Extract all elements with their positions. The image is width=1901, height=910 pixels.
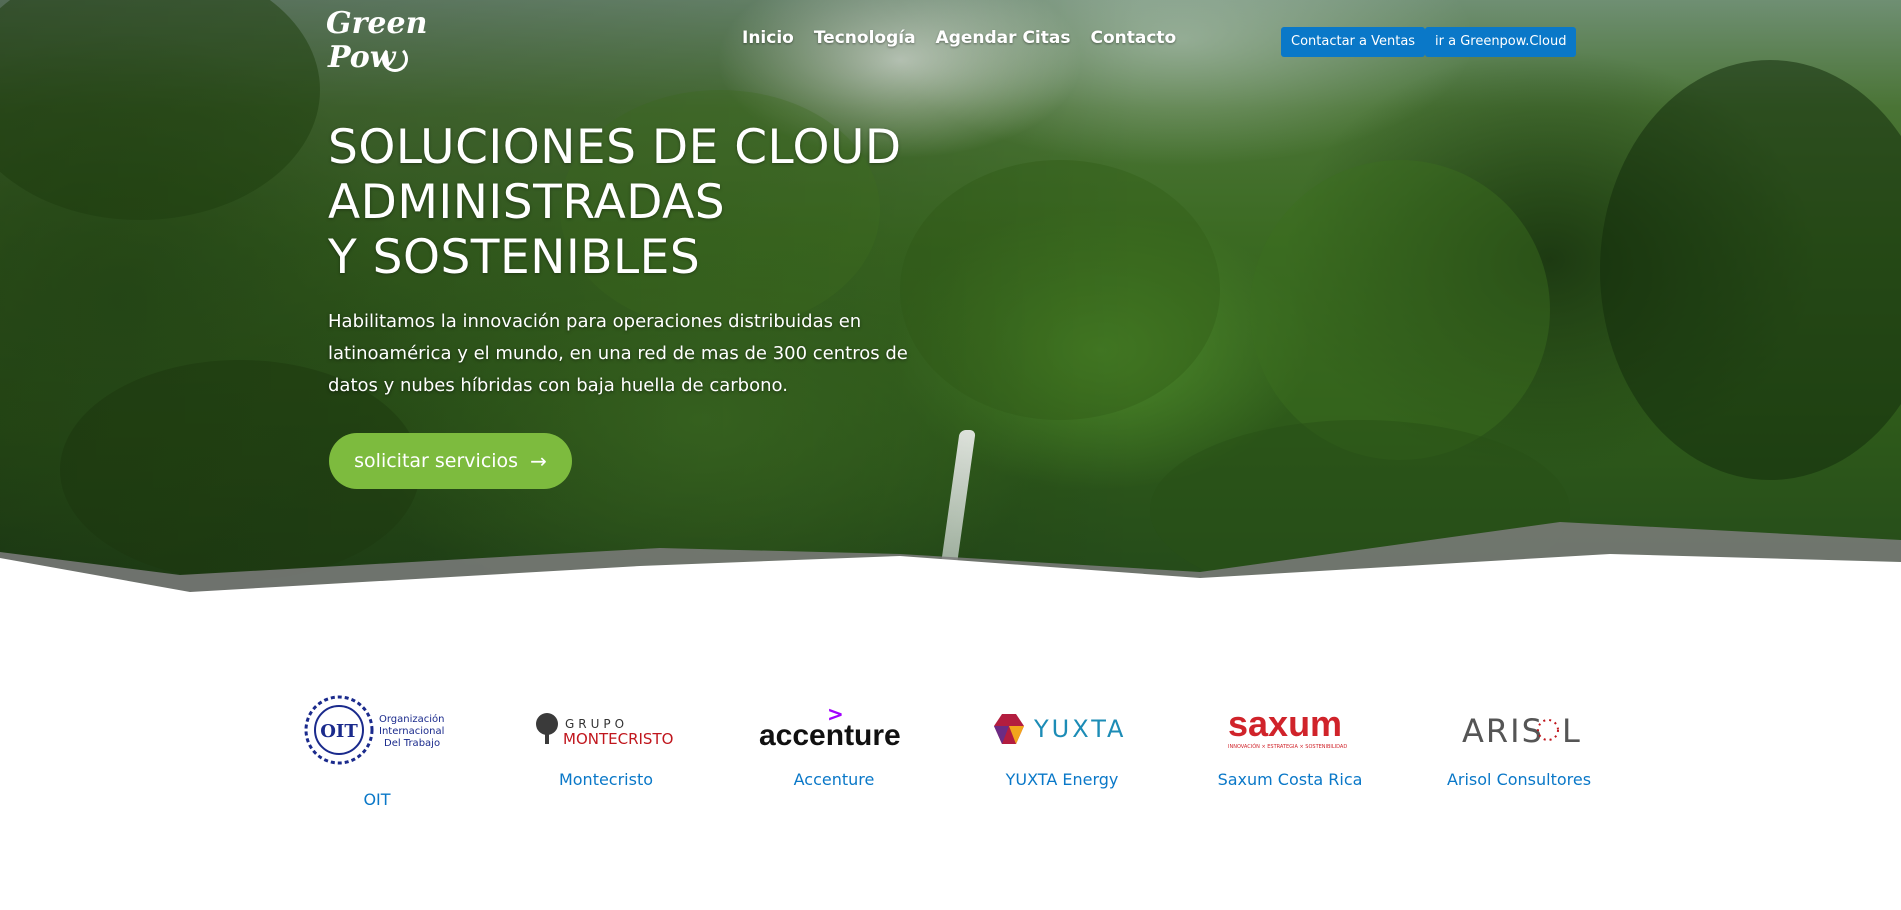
- go-to-cloud-button[interactable]: ir a Greenpow.Cloud: [1425, 27, 1577, 57]
- hero-title-line-2: ADMINISTRADAS: [328, 175, 726, 230]
- oit-logo: OIT Organización Internacional Del Traba…: [282, 690, 472, 770]
- nav-item-contacto[interactable]: Contacto: [1090, 28, 1176, 48]
- montecristo-logo-line1: GRUPO: [565, 717, 628, 731]
- saxum-logo: saxum INNOVACIÓN × ESTRATEGIA × SOSTENIB…: [1195, 690, 1385, 770]
- greenpow-logo[interactable]: Green Pow: [326, 8, 427, 80]
- nav-item-agendar-citas[interactable]: Agendar Citas: [936, 28, 1071, 48]
- client-name[interactable]: Arisol Consultores: [1424, 770, 1614, 789]
- arisol-logo: ARIS L: [1424, 690, 1614, 770]
- client-accenture[interactable]: > accenture Accenture: [739, 690, 929, 789]
- hero-title-line-3: Y SOSTENIBLES: [328, 230, 701, 285]
- client-name[interactable]: Saxum Costa Rica: [1195, 770, 1385, 789]
- cta-label: solicitar servicios: [354, 450, 519, 472]
- logo-line1: Green: [326, 6, 428, 41]
- clients-section: OIT Organización Internacional Del Traba…: [0, 690, 1901, 850]
- accenture-logo-text: accenture: [759, 719, 901, 752]
- client-yuxta[interactable]: YUXTA YUXTA Energy: [967, 690, 1157, 789]
- oit-logo-acronym: OIT: [320, 721, 358, 742]
- yuxta-logo-text: YUXTA: [1033, 715, 1126, 743]
- client-name[interactable]: OIT: [282, 790, 472, 809]
- nav-item-inicio[interactable]: Inicio: [742, 28, 794, 48]
- oit-logo-line3: Del Trabajo: [384, 738, 440, 749]
- hero-title-line-1: SOLUCIONES DE CLOUD: [328, 120, 902, 175]
- montecristo-logo: GRUPO MONTECRISTO: [511, 690, 701, 770]
- client-montecristo[interactable]: GRUPO MONTECRISTO Montecristo: [511, 690, 701, 789]
- main-nav: Inicio Tecnología Agendar Citas Contacto: [742, 28, 1176, 48]
- hero-description: Habilitamos la innovación para operacion…: [328, 311, 908, 396]
- arisol-logo-text-end: L: [1562, 712, 1580, 750]
- client-name[interactable]: YUXTA Energy: [967, 770, 1157, 789]
- arisol-logo-text: ARIS: [1462, 712, 1544, 750]
- oit-logo-line1: Organización: [379, 713, 445, 725]
- yuxta-logo: YUXTA: [967, 690, 1157, 770]
- request-services-button[interactable]: solicitar servicios →: [329, 433, 572, 489]
- oit-logo-line2: Internacional: [379, 726, 444, 737]
- saxum-logo-text: saxum: [1228, 703, 1342, 744]
- client-saxum[interactable]: saxum INNOVACIÓN × ESTRATEGIA × SOSTENIB…: [1195, 690, 1385, 789]
- accenture-logo: > accenture: [739, 690, 929, 770]
- hero-wave-divider: [0, 522, 1901, 600]
- nav-item-tecnologia[interactable]: Tecnología: [814, 28, 916, 48]
- hero-title: SOLUCIONES DE CLOUD ADMINISTRADAS Y SOST…: [328, 120, 948, 285]
- contact-sales-button[interactable]: Contactar a Ventas: [1281, 27, 1426, 57]
- client-oit[interactable]: OIT Organización Internacional Del Traba…: [282, 690, 472, 809]
- client-name[interactable]: Accenture: [739, 770, 929, 789]
- montecristo-logo-line2: MONTECRISTO: [563, 730, 673, 748]
- client-arisol[interactable]: ARIS L Arisol Consultores: [1424, 690, 1614, 789]
- hero-section: Green Pow Inicio Tecnología Agendar Cita…: [0, 0, 1901, 600]
- client-name[interactable]: Montecristo: [511, 770, 701, 789]
- power-icon: [382, 46, 408, 72]
- arrow-right-icon: →: [530, 449, 547, 473]
- saxum-logo-tagline: INNOVACIÓN × ESTRATEGIA × SOSTENIBILIDAD: [1228, 743, 1347, 750]
